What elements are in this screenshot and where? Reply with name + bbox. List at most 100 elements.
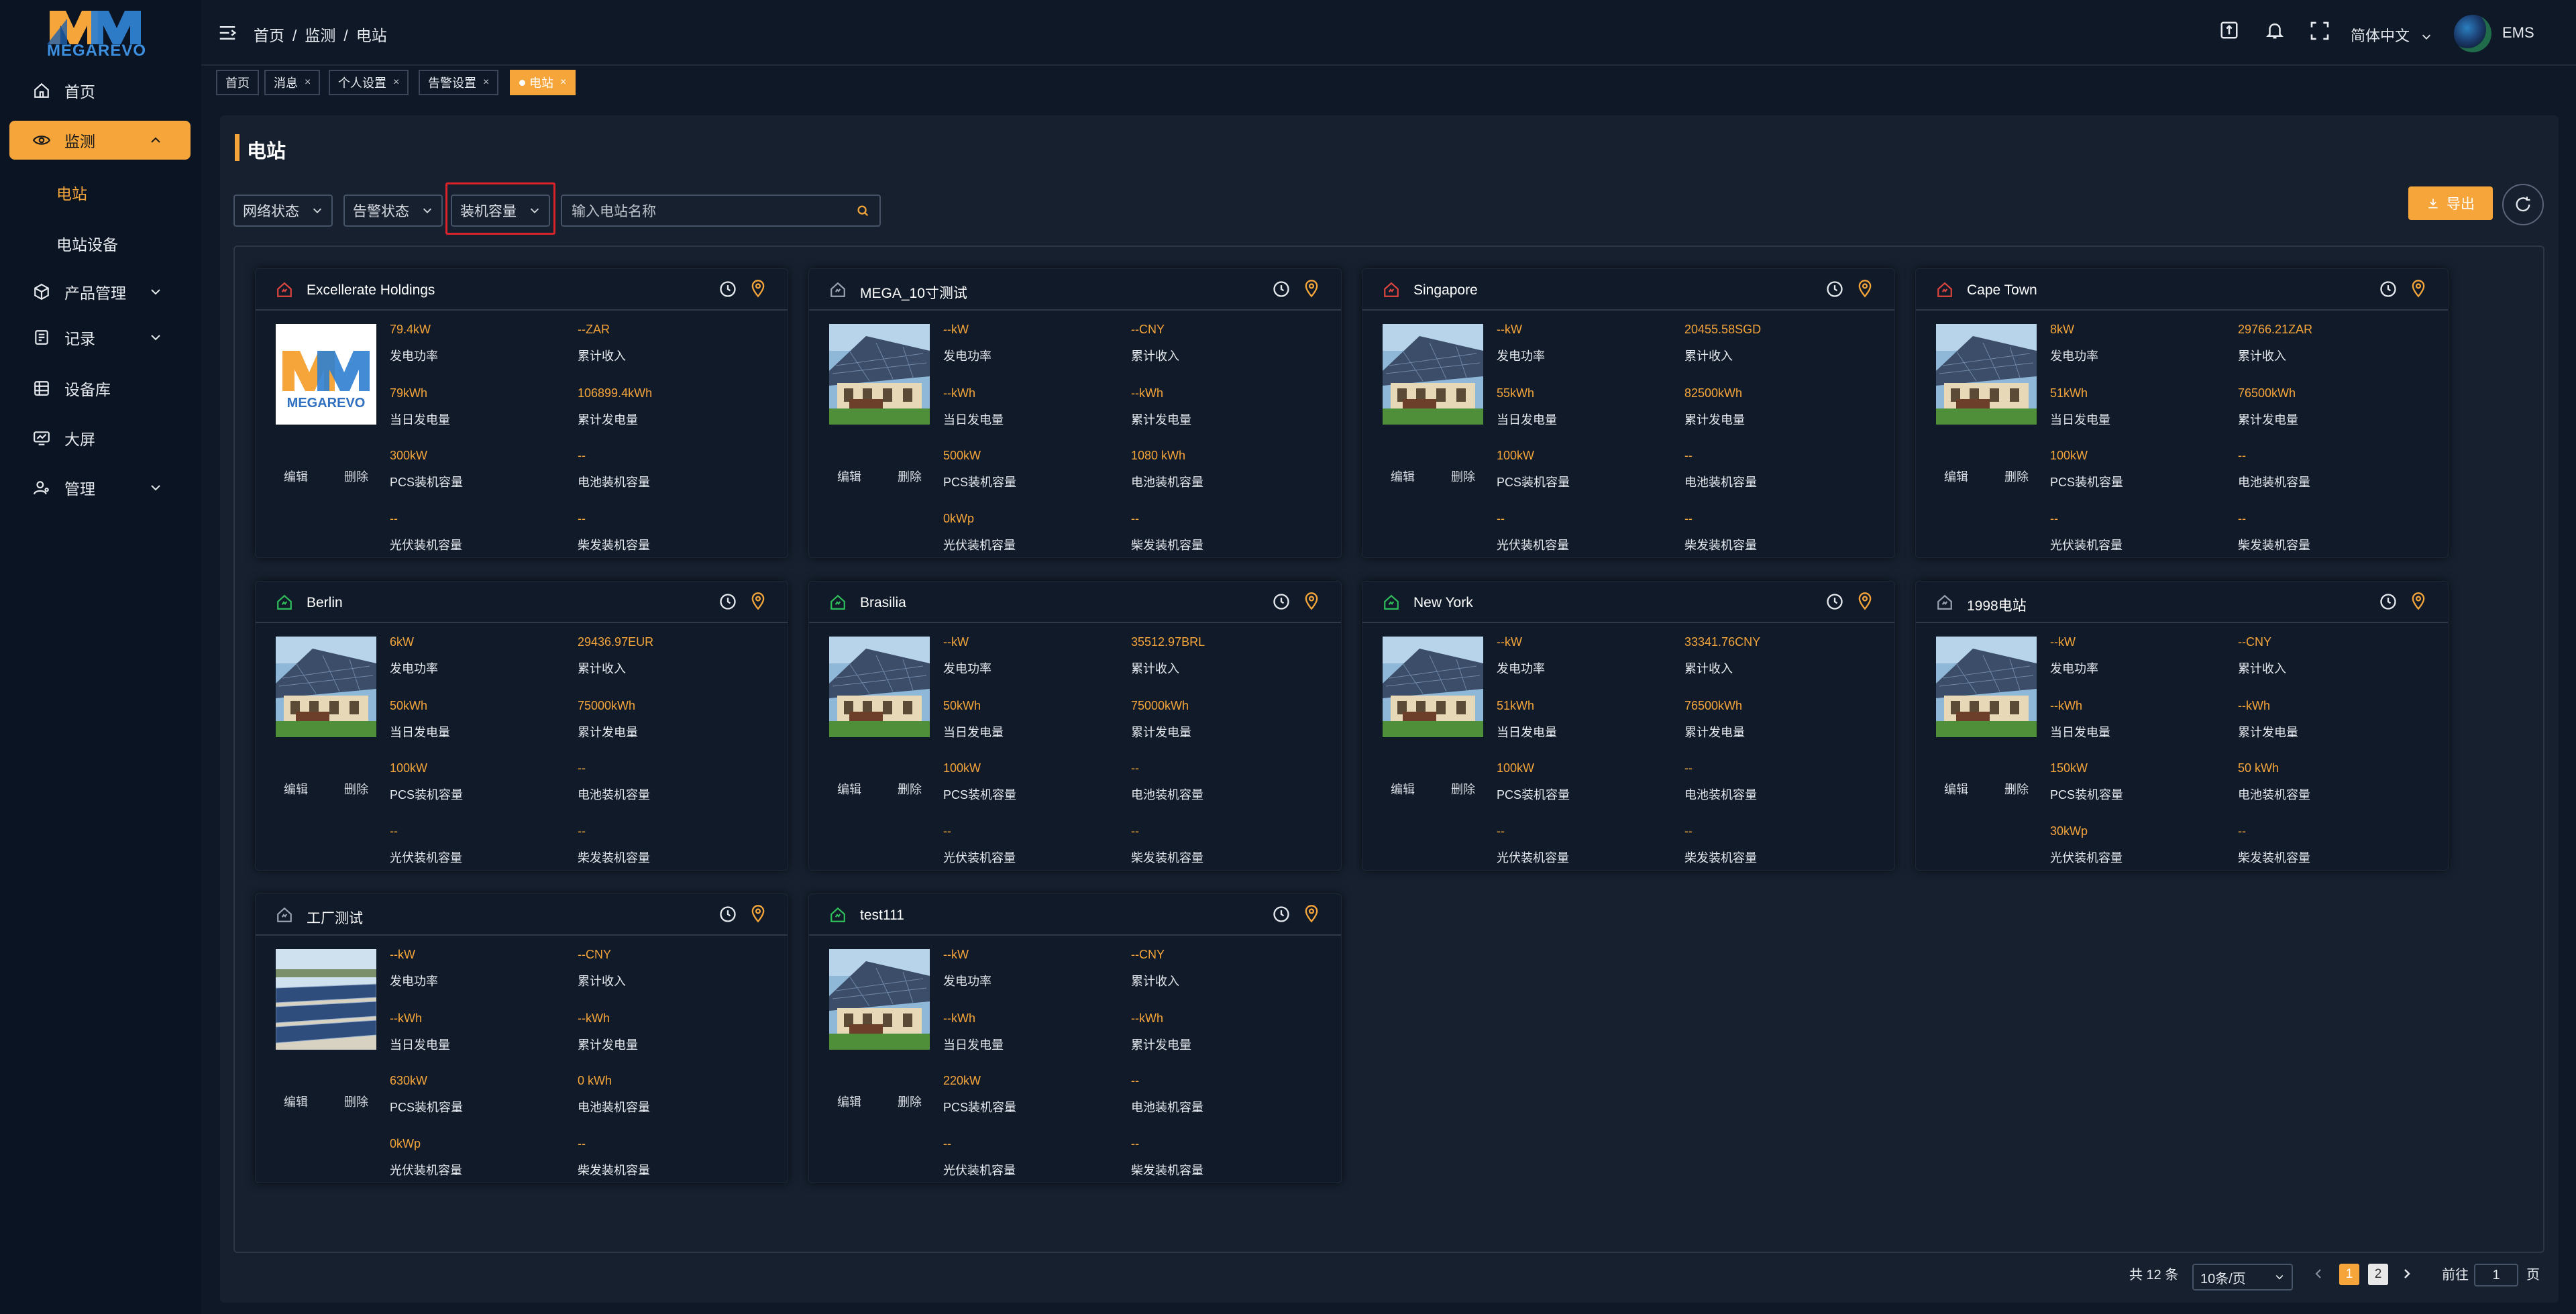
delete-button[interactable]: 删除 [2004, 468, 2029, 485]
edit-button[interactable]: 编辑 [1944, 468, 1968, 485]
delete-button[interactable]: 删除 [898, 1093, 922, 1110]
station-card[interactable]: 1998电站 编辑 删除 --kW 发电功率 --CNY 累计收入 --kWh 当日发电量 --k… [1915, 581, 2449, 871]
breadcrumb-item[interactable]: 首页 [254, 27, 284, 44]
station-card[interactable]: Brasilia 编辑 删除 --kW 发电功率 35512.97BRL 累计收入 50kWh… [808, 581, 1342, 871]
sidebar-sub-station-device[interactable]: 电站设备 [56, 232, 118, 255]
prev-page-icon[interactable] [2312, 1266, 2325, 1284]
location-pin-icon[interactable] [1856, 591, 1874, 614]
location-pin-icon[interactable] [1856, 278, 1874, 302]
edit-button[interactable]: 编辑 [1391, 780, 1415, 798]
network-status-filter[interactable]: 网络状态 [233, 195, 333, 227]
page-number-2[interactable]: 2 [2368, 1264, 2388, 1285]
station-name[interactable]: Singapore [1413, 282, 1478, 298]
station-name[interactable]: test111 [860, 908, 904, 924]
clock-icon[interactable] [1272, 280, 1291, 302]
location-pin-icon[interactable] [749, 591, 767, 614]
location-pin-icon[interactable] [749, 278, 767, 302]
sidebar-sub-station[interactable]: 电站 [56, 181, 87, 204]
location-pin-icon[interactable] [749, 904, 767, 927]
sidebar-item-manage[interactable]: 管理 [9, 468, 191, 507]
clock-icon[interactable] [1825, 280, 1844, 302]
tag-alarm-settings[interactable]: 告警设置 × [419, 70, 499, 95]
edit-button[interactable]: 编辑 [837, 1093, 861, 1110]
station-name[interactable]: 1998电站 [1967, 595, 2027, 615]
edit-button[interactable]: 编辑 [1391, 468, 1415, 485]
location-pin-icon[interactable] [2409, 591, 2428, 614]
station-card[interactable]: New York 编辑 删除 --kW 发电功率 33341.76CNY 累计收入 51kWh… [1362, 581, 1895, 871]
close-icon[interactable]: × [560, 76, 566, 89]
search-icon[interactable] [855, 203, 870, 218]
delete-button[interactable]: 删除 [344, 1093, 368, 1110]
capacity-filter[interactable]: 装机容量 [451, 195, 550, 227]
station-card[interactable]: test111 编辑 删除 --kW 发电功率 --CNY 累计收入 --kWh 当日发电量 --… [808, 893, 1342, 1183]
clock-icon[interactable] [2379, 280, 2398, 302]
delete-button[interactable]: 删除 [898, 468, 922, 485]
next-page-icon[interactable] [2400, 1266, 2414, 1284]
edit-button[interactable]: 编辑 [1944, 780, 1968, 798]
clock-icon[interactable] [2379, 592, 2398, 614]
tag-station[interactable]: 电站 × [510, 70, 576, 95]
sidebar-item-device-library[interactable]: 设备库 [9, 369, 191, 408]
station-card[interactable]: Berlin 编辑 删除 6kW 发电功率 29436.97EUR 累计收入 50kWh 当日发… [255, 581, 788, 871]
station-card[interactable]: MEGA_10寸测试 编辑 删除 --kW 发电功率 --CNY 累计收入 --kWh 当日发电… [808, 268, 1342, 558]
tag-messages[interactable]: 消息 × [264, 70, 321, 95]
refresh-button[interactable] [2502, 184, 2544, 225]
station-name[interactable]: Excellerate Holdings [307, 282, 435, 298]
sidebar-item-records[interactable]: 记录 [9, 318, 191, 357]
delete-button[interactable]: 删除 [344, 468, 368, 485]
close-icon[interactable]: × [483, 76, 489, 89]
close-icon[interactable]: × [393, 76, 399, 89]
megarevo-logo[interactable]: MEGAREVO [27, 5, 161, 60]
location-pin-icon[interactable] [1302, 591, 1321, 614]
delete-button[interactable]: 删除 [2004, 780, 2029, 798]
edit-button[interactable]: 编辑 [837, 468, 861, 485]
edit-button[interactable]: 编辑 [284, 468, 308, 485]
clock-icon[interactable] [1272, 905, 1291, 927]
edit-button[interactable]: 编辑 [837, 780, 861, 798]
clock-icon[interactable] [718, 905, 737, 927]
user-name[interactable]: EMS [2502, 24, 2534, 42]
clock-icon[interactable] [1272, 592, 1291, 614]
delete-button[interactable]: 删除 [1451, 780, 1475, 798]
tag-home[interactable]: 首页 [216, 70, 259, 95]
delete-button[interactable]: 删除 [898, 780, 922, 798]
page-size-select[interactable]: 10条/页 [2192, 1264, 2293, 1291]
station-name[interactable]: Berlin [307, 595, 343, 611]
delete-button[interactable]: 删除 [344, 780, 368, 798]
close-icon[interactable]: × [305, 76, 311, 89]
station-search-input[interactable]: 输入电站名称 [561, 195, 881, 227]
station-name[interactable]: 工厂测试 [307, 908, 363, 928]
location-pin-icon[interactable] [1302, 904, 1321, 927]
page-number-1[interactable]: 1 [2339, 1264, 2359, 1285]
station-card[interactable]: Singapore 编辑 删除 --kW 发电功率 20455.58SGD 累计收入 55kW… [1362, 268, 1895, 558]
language-selector[interactable]: 简体中文 [2351, 24, 2432, 46]
sidebar-item-product[interactable]: 产品管理 [9, 272, 191, 311]
delete-button[interactable]: 删除 [1451, 468, 1475, 485]
clock-icon[interactable] [718, 592, 737, 614]
clock-icon[interactable] [1825, 592, 1844, 614]
station-name[interactable]: MEGA_10寸测试 [860, 282, 967, 303]
edit-button[interactable]: 编辑 [284, 1093, 308, 1110]
station-card[interactable]: Cape Town 编辑 删除 8kW 发电功率 29766.21ZAR 累计收入 51kWh… [1915, 268, 2449, 558]
sidebar-item-monitor[interactable]: 监测 [9, 121, 191, 160]
edit-button[interactable]: 编辑 [284, 780, 308, 798]
export-button[interactable]: 导出 [2408, 186, 2493, 220]
location-pin-icon[interactable] [1302, 278, 1321, 302]
bell-icon[interactable] [2265, 20, 2285, 44]
breadcrumb-item[interactable]: 监测 [305, 27, 335, 44]
sidebar-item-home[interactable]: 首页 [9, 71, 191, 110]
station-name[interactable]: Cape Town [1967, 282, 2037, 298]
station-card[interactable]: 工厂测试 编辑 删除 --kW 发电功率 --CNY 累计收入 --kWh 当日发电量 --kWh… [255, 893, 788, 1183]
clock-icon[interactable] [718, 280, 737, 302]
location-pin-icon[interactable] [2409, 278, 2428, 302]
menu-toggle-icon[interactable] [217, 23, 237, 46]
tag-personal-settings[interactable]: 个人设置 × [329, 70, 409, 95]
station-name[interactable]: New York [1413, 595, 1473, 611]
station-name[interactable]: Brasilia [860, 595, 906, 611]
goto-page-input[interactable]: 1 [2474, 1264, 2518, 1286]
fullscreen-icon[interactable] [2309, 20, 2330, 45]
avatar[interactable] [2454, 15, 2491, 52]
sidebar-item-big-screen[interactable]: 大屏 [9, 419, 191, 457]
guide-book-icon[interactable] [2219, 20, 2239, 44]
alarm-status-filter[interactable]: 告警状态 [343, 195, 443, 227]
